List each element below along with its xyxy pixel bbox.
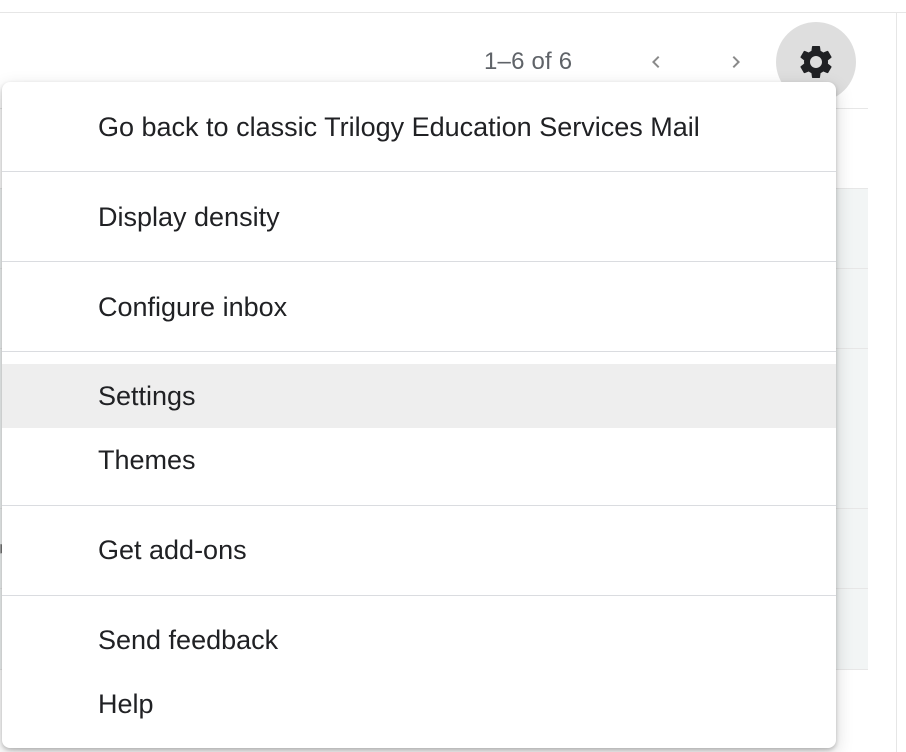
menu-divider (2, 505, 836, 506)
chevron-right-icon (732, 56, 740, 68)
menu-item-get-add-ons[interactable]: Get add-ons (2, 518, 836, 582)
menu-item-label: Display density (98, 201, 280, 232)
menu-item-themes[interactable]: Themes (2, 428, 836, 492)
menu-item-label: Configure inbox (98, 291, 288, 322)
gear-icon (800, 45, 832, 78)
menu-item-display-density[interactable]: Display density (2, 185, 836, 249)
menu-item-label: Go back to classic Trilogy Education Ser… (98, 111, 700, 142)
pagination-count: 1–6 of 6 (484, 48, 573, 75)
menu-item-configure-inbox[interactable]: Configure inbox (2, 275, 836, 339)
menu-item-label: Help (98, 688, 154, 719)
menu-item-help[interactable]: Help (2, 672, 836, 736)
menu-item-label: Themes (98, 444, 196, 475)
pane-divider (896, 12, 897, 752)
toolbar-divider (0, 12, 906, 13)
menu-item-label: Settings (98, 380, 196, 411)
menu-divider (2, 351, 836, 352)
menu-divider (2, 261, 836, 262)
menu-item-label: Get add-ons (98, 534, 247, 565)
older-button[interactable] (636, 42, 676, 82)
settings-menu: Go back to classic Trilogy Education Ser… (2, 82, 836, 748)
gmail-screen: ⋮ ⋮ ◗ ⋮ 1–6 of 6 Go back to classic Tril… (0, 0, 906, 752)
menu-item-classic-mail[interactable]: Go back to classic Trilogy Education Ser… (2, 95, 836, 159)
menu-item-label: Send feedback (98, 624, 279, 655)
newer-button[interactable] (716, 42, 756, 82)
menu-item-send-feedback[interactable]: Send feedback (2, 608, 836, 672)
menu-divider (2, 171, 836, 172)
menu-divider (2, 595, 836, 596)
chevron-left-icon (652, 56, 660, 68)
menu-item-settings[interactable]: Settings (2, 364, 836, 428)
